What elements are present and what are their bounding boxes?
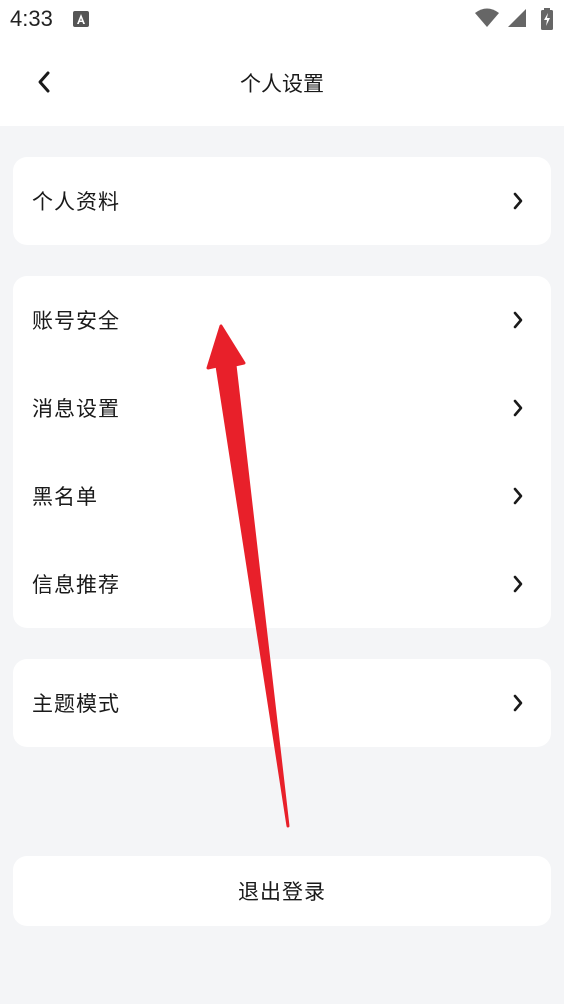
chevron-right-icon: [513, 487, 523, 505]
chevron-right-icon: [513, 192, 523, 210]
chevron-right-icon: [513, 311, 523, 329]
profile-card: 个人资料: [13, 157, 551, 245]
status-time: 4:33: [10, 6, 53, 31]
chevron-right-icon: [513, 694, 523, 712]
theme-card: 主题模式: [13, 659, 551, 747]
a-notification-icon: [73, 11, 89, 27]
settings-group-card: 账号安全 消息设置 黑名单 信息推荐: [13, 276, 551, 628]
row-blacklist[interactable]: 黑名单: [13, 452, 551, 540]
page-title: 个人设置: [240, 72, 324, 96]
settings-page: 4:33 个人设置 个人资料 账号安全 消息设置 黑名单 信息推荐 主题模式 退…: [0, 0, 564, 1004]
row-profile[interactable]: 个人资料: [13, 157, 551, 245]
row-label: 消息设置: [32, 397, 120, 421]
row-label: 黑名单: [32, 485, 98, 509]
battery-charging-icon: [540, 8, 554, 34]
signal-icon: [506, 8, 528, 32]
chevron-right-icon: [513, 399, 523, 417]
row-label: 账号安全: [32, 309, 120, 333]
logout-label: 退出登录: [238, 880, 326, 904]
row-info-recommend[interactable]: 信息推荐: [13, 540, 551, 628]
wifi-icon: [474, 8, 500, 32]
row-account-security[interactable]: 账号安全: [13, 276, 551, 364]
logout-button[interactable]: 退出登录: [13, 856, 551, 926]
chevron-right-icon: [513, 575, 523, 593]
row-label: 个人资料: [32, 190, 120, 214]
row-label: 主题模式: [32, 692, 120, 716]
status-bar: 4:33: [0, 0, 564, 40]
row-message-settings[interactable]: 消息设置: [13, 364, 551, 452]
row-label: 信息推荐: [32, 573, 120, 597]
row-theme-mode[interactable]: 主题模式: [13, 659, 551, 747]
app-header: 个人设置: [0, 40, 564, 126]
